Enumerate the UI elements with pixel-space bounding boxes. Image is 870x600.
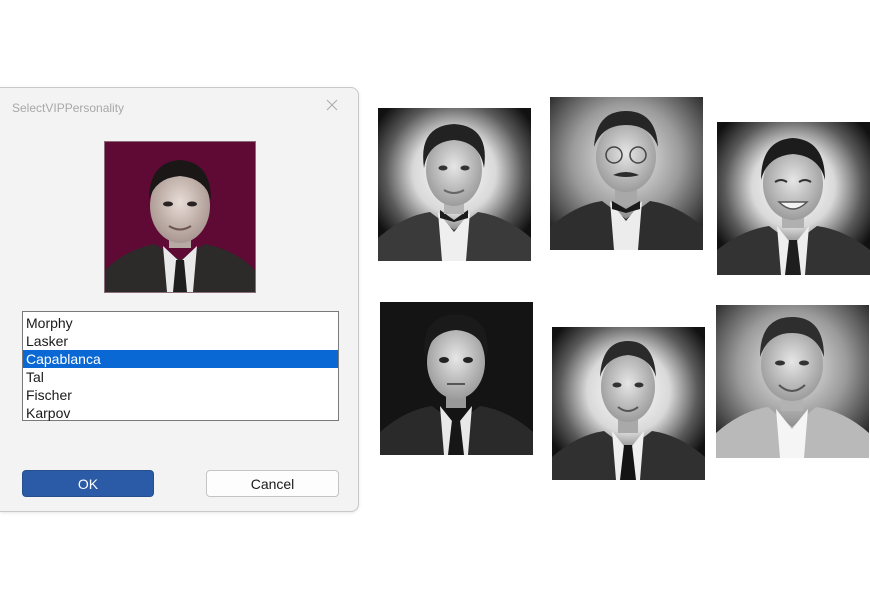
portrait-morphy xyxy=(378,108,531,261)
portrait-tal xyxy=(380,302,533,455)
close-icon xyxy=(326,99,338,111)
portrait-fischer xyxy=(552,327,705,480)
dialog-title: SelectVIPPersonality xyxy=(12,101,125,115)
cancel-button[interactable]: Cancel xyxy=(206,470,339,497)
list-item[interactable]: Morphy xyxy=(23,314,338,332)
list-item[interactable]: Karpov xyxy=(23,404,338,422)
portrait-capablanca xyxy=(717,122,870,275)
personality-listbox[interactable]: Morphy Lasker Capablanca Tal Fischer Kar… xyxy=(22,311,339,421)
list-item-selected[interactable]: Capablanca xyxy=(23,350,338,368)
list-item[interactable]: Tal xyxy=(23,368,338,386)
select-vip-dialog: SelectVIPPersonality Morphy Lasker Capab… xyxy=(0,87,359,512)
portrait-karpov xyxy=(716,305,869,458)
list-item[interactable]: Lasker xyxy=(23,332,338,350)
close-button[interactable] xyxy=(320,94,344,116)
portrait-lasker xyxy=(550,97,703,250)
ok-button[interactable]: OK xyxy=(22,470,154,497)
list-item[interactable]: Fischer xyxy=(23,386,338,404)
preview-portrait xyxy=(104,141,256,293)
